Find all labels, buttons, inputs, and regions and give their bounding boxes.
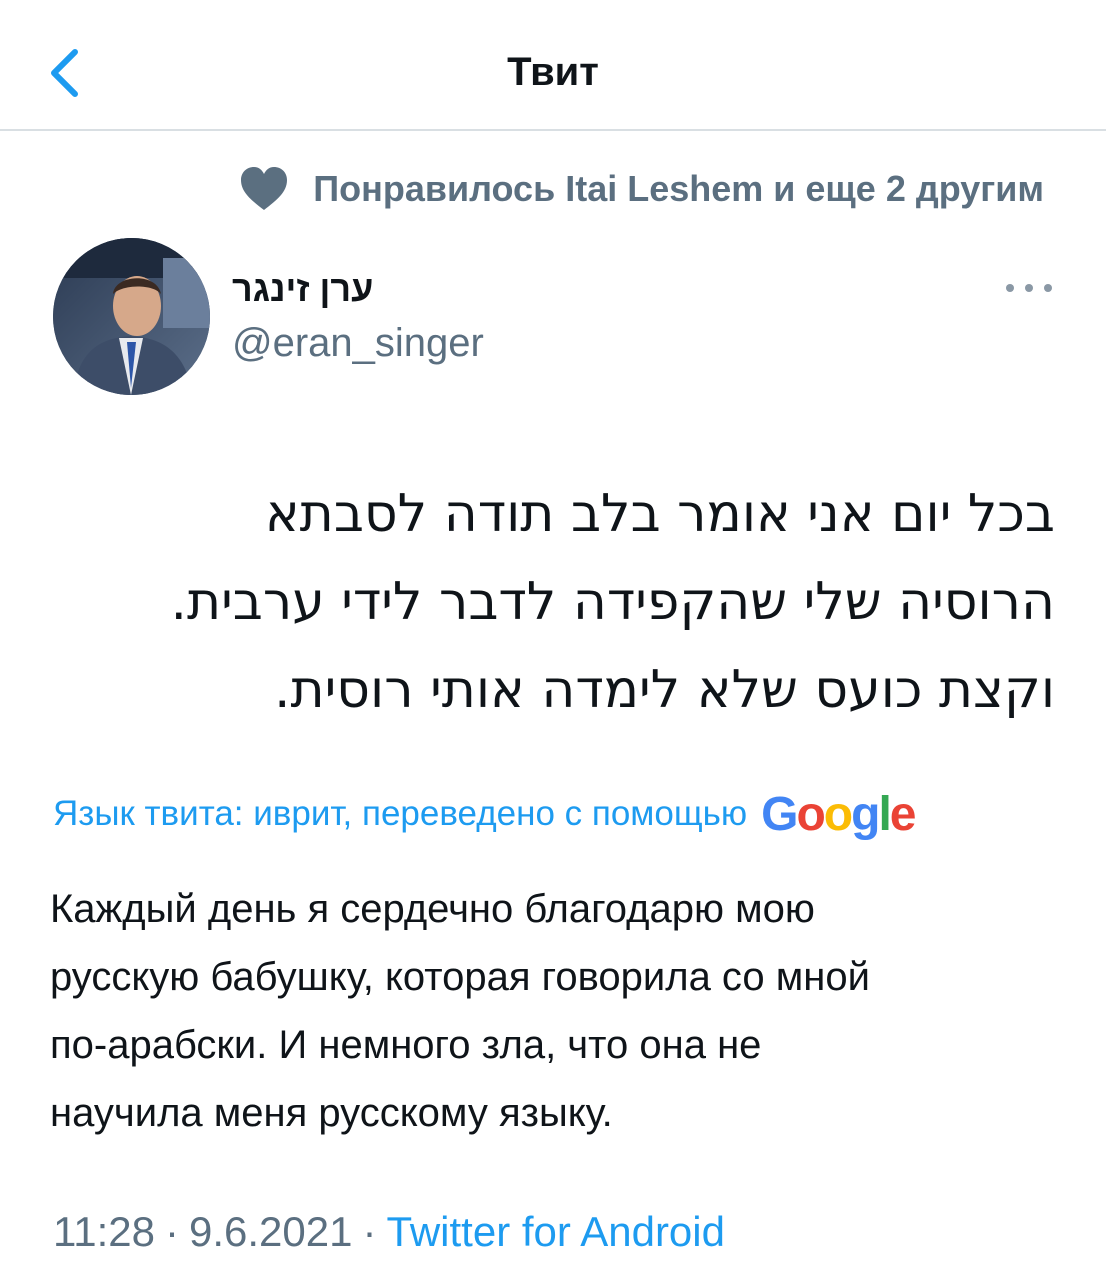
author-name[interactable]: ערן זינגר bbox=[232, 268, 373, 310]
liked-by-row[interactable]: Понравилось Itai Leshem и еще 2 другим bbox=[239, 164, 1044, 214]
top-bar: Твит bbox=[0, 0, 1106, 131]
meta-separator: · bbox=[165, 1208, 179, 1255]
tweet-text-original: בכל יום אני אומר בלב תודה לסבתא הרוסיה ש… bbox=[70, 470, 1055, 734]
page-title: Твит bbox=[507, 50, 599, 94]
tweet-date: 9.6.2021 bbox=[189, 1208, 353, 1255]
translation-line: русскую бабушку, которая говорила со мно… bbox=[50, 955, 870, 999]
translation-line: Каждый день я сердечно благодарю мою bbox=[50, 887, 815, 931]
translation-attribution[interactable]: Язык твита: иврит, переведено с помощью … bbox=[53, 786, 916, 842]
google-logo: Google bbox=[761, 787, 916, 841]
dot-icon bbox=[1025, 284, 1033, 292]
translation-line: научила меня русскому языку. bbox=[50, 1091, 613, 1135]
tweet-text-translation: Каждый день я сердечно благодарю мою рус… bbox=[50, 875, 1060, 1147]
tweet-meta: 11:28 · 9.6.2021 · Twitter for Android bbox=[53, 1204, 725, 1260]
tweet-detail-screen: Твит Понравилось Itai Leshem и еще 2 дру… bbox=[0, 0, 1106, 1280]
tweet-source-link[interactable]: Twitter for Android bbox=[387, 1208, 725, 1256]
tweet-text-line: בכל יום אני אומר בלב תודה לסבתא bbox=[264, 484, 1055, 544]
heart-icon bbox=[241, 167, 288, 210]
more-options-button[interactable] bbox=[1006, 272, 1052, 304]
avatar-photo bbox=[53, 238, 210, 395]
translation-label: Язык твита: иврит, переведено с помощью bbox=[53, 794, 748, 833]
dot-icon bbox=[1006, 284, 1014, 292]
meta-separator: · bbox=[362, 1208, 377, 1255]
tweet-text-line: וקצת כועס שלא לימדה אותי רוסית. bbox=[273, 660, 1055, 720]
translation-line: по-арабски. И немного зла, что она не bbox=[50, 1023, 762, 1067]
dot-icon bbox=[1044, 284, 1052, 292]
liked-by-text: Понравилось Itai Leshem и еще 2 другим bbox=[313, 168, 1044, 209]
avatar[interactable] bbox=[53, 238, 210, 395]
author-handle[interactable]: @eran_singer bbox=[232, 321, 484, 366]
tweet-text-line: הרוסיה שלי שהקפידה לדבר לידי ערבית. bbox=[170, 572, 1055, 632]
tweet-time: 11:28 bbox=[53, 1208, 155, 1255]
